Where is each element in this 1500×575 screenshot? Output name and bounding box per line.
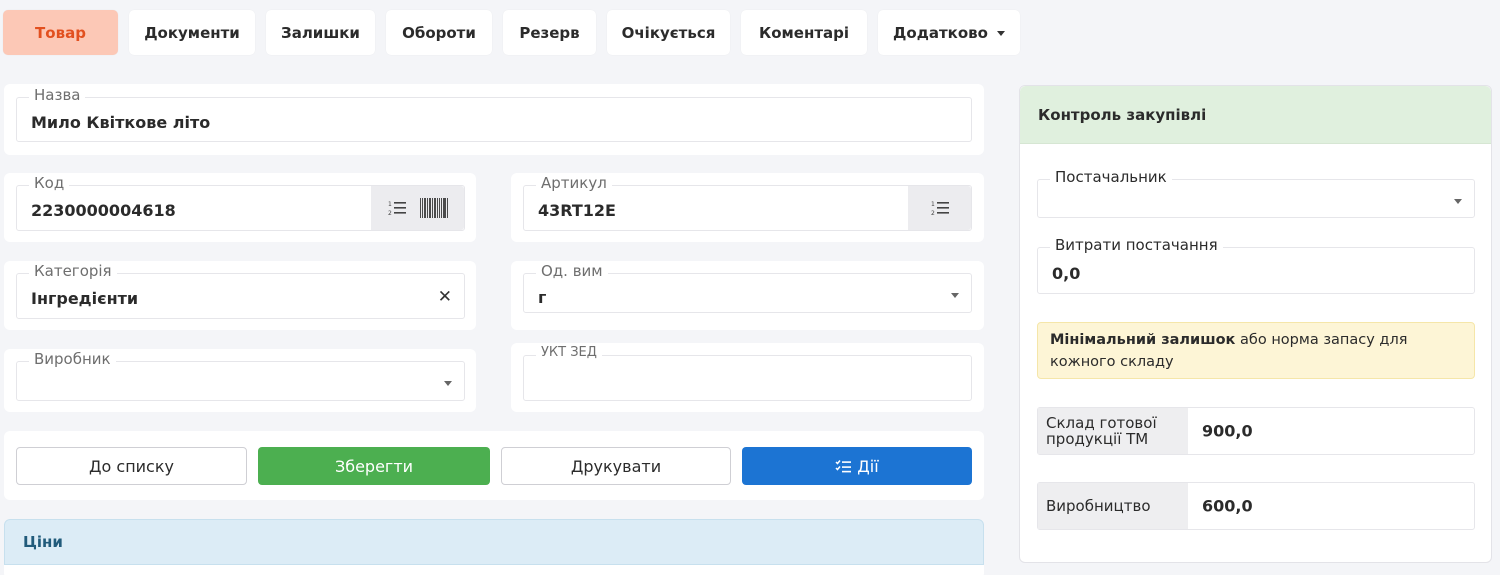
tab-expected[interactable]: Очікується	[607, 10, 730, 55]
category-field[interactable]: Категорія Інгредієнти ✕	[16, 262, 465, 319]
min-stock-note-bold: Мінімальний залишок	[1050, 332, 1236, 348]
barcode-icon[interactable]	[419, 198, 448, 218]
uktzed-field[interactable]: УКТ ЗЕД	[523, 344, 972, 401]
code-card: Код 2230000004618 1 2	[4, 173, 476, 242]
uktzed-card: УКТ ЗЕД	[511, 343, 984, 412]
stock-row: Виробництво 600,0	[1037, 482, 1475, 530]
code-field[interactable]: Код 2230000004618 1 2	[16, 174, 465, 231]
list-icon[interactable]: 1 2	[388, 200, 406, 216]
purchase-control-panel: Контроль закупівлі Постачальник Витрати …	[1019, 85, 1492, 563]
article-addon: 1 2	[908, 186, 971, 230]
unit-value: г	[538, 288, 547, 307]
chevron-down-icon	[951, 293, 959, 298]
delivery-cost-label: Витрати постачання	[1050, 236, 1223, 254]
svg-text:2: 2	[931, 210, 935, 216]
save-button[interactable]: Зберегти	[258, 447, 490, 485]
tab-documents[interactable]: Документи	[129, 10, 255, 55]
print-button[interactable]: Друкувати	[501, 447, 731, 485]
code-label: Код	[29, 174, 70, 192]
delivery-cost-value: 0,0	[1052, 264, 1081, 283]
unit-card: Од. вим г	[511, 261, 984, 330]
prices-title[interactable]: Ціни	[4, 519, 984, 565]
manufacturer-card: Виробник	[4, 349, 476, 412]
category-label: Категорія	[29, 262, 117, 280]
chevron-down-icon	[1454, 198, 1462, 204]
article-card: Артикул 43RT12E 1 2	[511, 173, 984, 242]
stock-row-label: Виробництво	[1038, 483, 1188, 529]
tab-more-label: Додатково	[893, 23, 988, 42]
chevron-down-icon	[996, 31, 1005, 36]
category-card: Категорія Інгредієнти ✕	[4, 261, 476, 330]
supplier-select[interactable]: Постачальник	[1037, 168, 1475, 218]
name-label: Назва	[29, 86, 86, 104]
min-stock-note: Мінімальний залишок або норма запасу для…	[1037, 322, 1475, 379]
article-value: 43RT12E	[538, 201, 616, 220]
actions-button[interactable]: Дії	[742, 447, 972, 485]
back-to-list-button[interactable]: До списку	[16, 447, 247, 485]
tab-stock[interactable]: Залишки	[266, 10, 375, 55]
clear-icon[interactable]: ✕	[438, 287, 452, 307]
checklist-icon	[835, 460, 852, 473]
svg-text:2: 2	[388, 210, 392, 216]
actions-button-label: Дії	[857, 456, 879, 476]
unit-select[interactable]: Од. вим г	[523, 262, 972, 313]
unit-label: Од. вим	[536, 262, 608, 280]
stock-row-value[interactable]: 900,0	[1202, 422, 1253, 441]
category-value: Інгредієнти	[31, 289, 139, 308]
code-addon: 1 2	[371, 186, 464, 230]
tab-more[interactable]: Додатково	[878, 10, 1020, 55]
purchase-control-title: Контроль закупівлі	[1020, 86, 1491, 144]
list-icon[interactable]: 1 2	[931, 200, 949, 216]
uktzed-label: УКТ ЗЕД	[536, 344, 602, 362]
svg-text:1: 1	[388, 201, 392, 208]
supplier-label: Постачальник	[1050, 168, 1172, 186]
chevron-down-icon	[444, 381, 452, 386]
code-value: 2230000004618	[31, 201, 176, 220]
tab-reserve[interactable]: Резерв	[503, 10, 596, 55]
svg-text:1: 1	[931, 201, 935, 208]
stock-row: Склад готової продукції ТМ 900,0	[1037, 407, 1475, 455]
delivery-cost-field[interactable]: Витрати постачання 0,0	[1037, 236, 1475, 294]
prices-section: Ціни	[4, 519, 984, 575]
manufacturer-label: Виробник	[29, 350, 116, 368]
tab-turnover[interactable]: Обороти	[386, 10, 492, 55]
article-field[interactable]: Артикул 43RT12E 1 2	[523, 174, 972, 231]
name-card: Назва Мило Квіткове літо	[4, 84, 984, 155]
stock-row-label: Склад готової продукції ТМ	[1038, 408, 1188, 454]
tab-comments[interactable]: Коментарі	[741, 10, 867, 55]
name-field[interactable]: Назва Мило Квіткове літо	[16, 86, 972, 142]
stock-row-value[interactable]: 600,0	[1202, 497, 1253, 516]
manufacturer-select[interactable]: Виробник	[16, 350, 465, 401]
article-label: Артикул	[536, 174, 612, 192]
name-value: Мило Квіткове літо	[31, 113, 211, 132]
tab-product[interactable]: Товар	[3, 10, 118, 55]
